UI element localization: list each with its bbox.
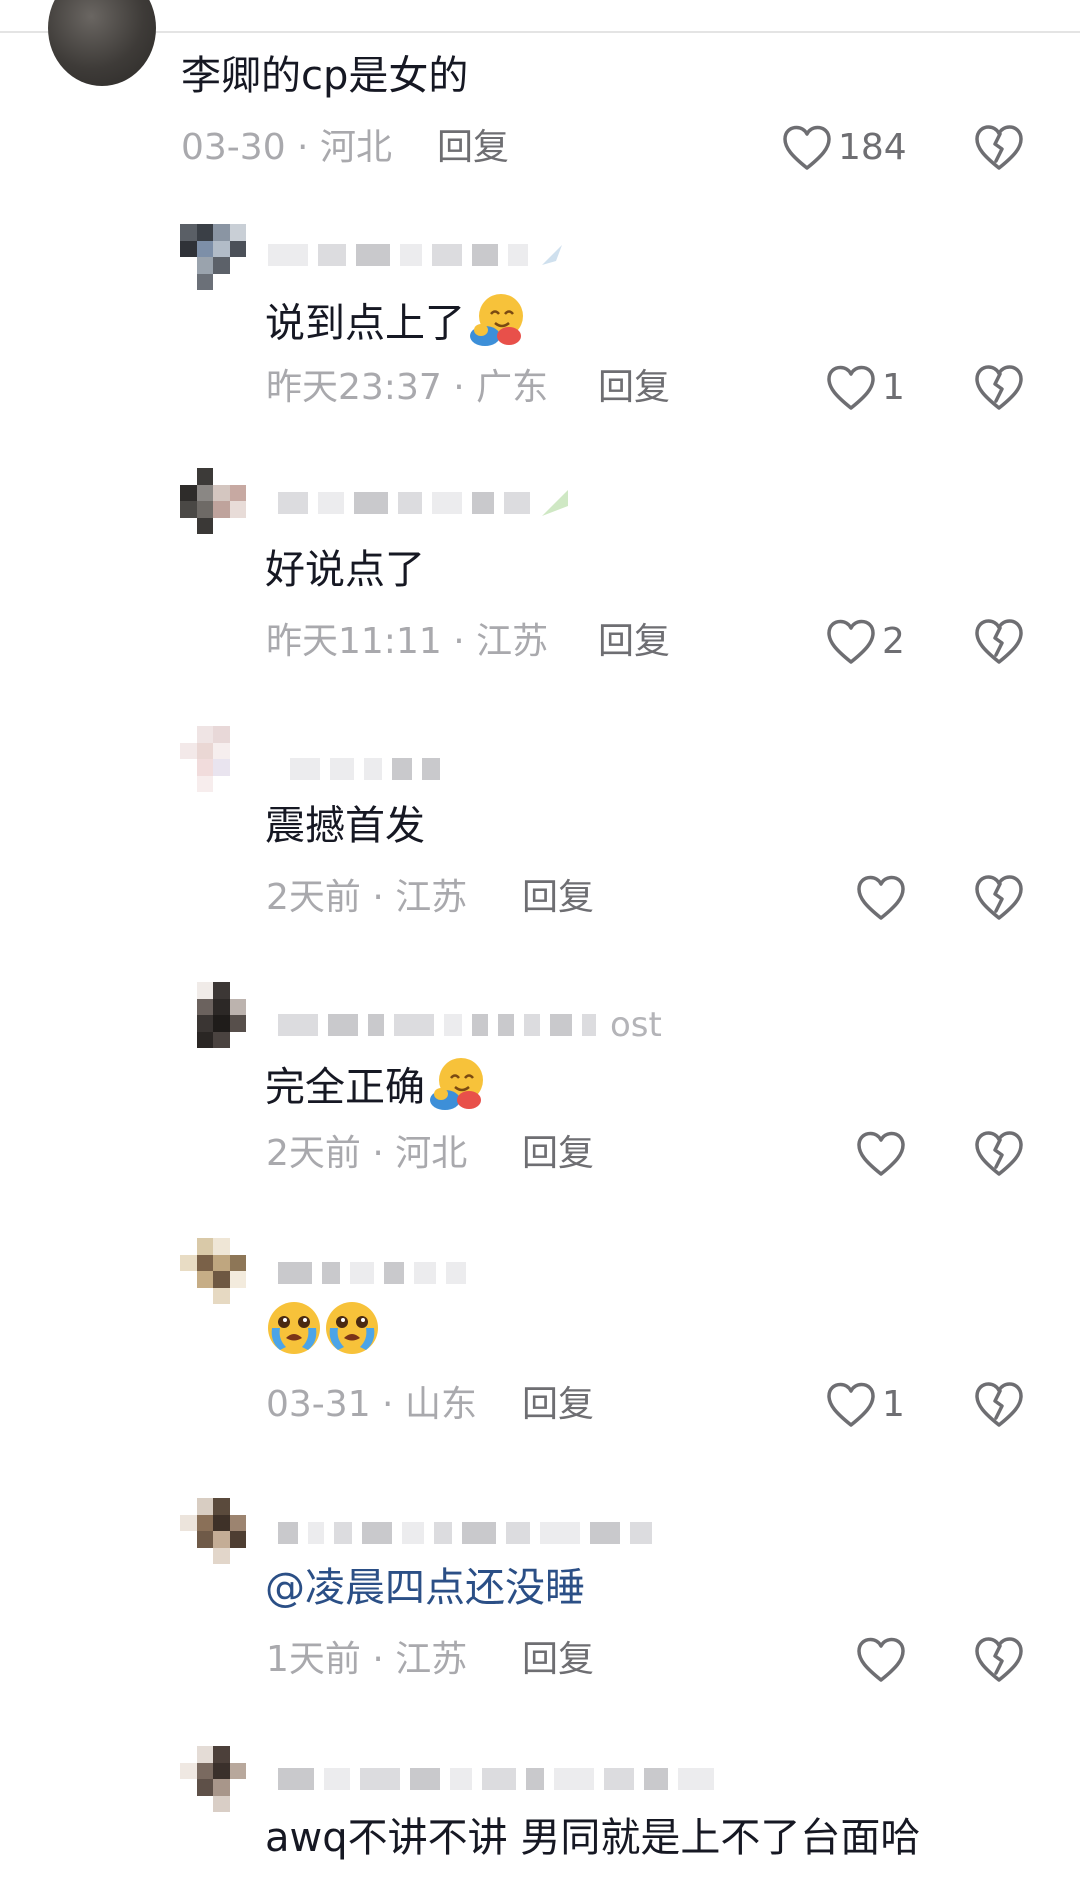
reply-button[interactable]: 回复 [437,125,509,171]
like-button[interactable] [856,1128,906,1180]
reply-button[interactable]: 回复 [522,875,594,921]
like-count: 184 [838,127,907,168]
broken-heart-icon [975,365,1023,410]
heart-icon [783,125,831,170]
heart-icon [827,619,875,664]
dislike-button[interactable] [974,1130,1024,1178]
reply-meta: 2天前 · 河北 [266,1133,468,1174]
hugging-face-emoji [425,1054,487,1125]
avatar[interactable] [180,468,246,534]
reply-text: 震撼首发 [265,803,425,849]
username-blurred[interactable] [278,1762,714,1796]
dislike-button[interactable] [974,874,1024,922]
like-button[interactable]: 184 [782,122,907,174]
username-suffix: ost [610,1005,662,1045]
reply-button[interactable]: 回复 [522,1637,594,1683]
avatar[interactable] [180,726,246,792]
broken-heart-icon [975,1382,1023,1427]
crying-face-emoji [265,1300,323,1369]
leaf-icon [542,490,568,516]
avatar[interactable] [48,0,156,86]
username-blurred[interactable] [278,1256,466,1290]
dislike-button[interactable] [974,124,1024,172]
username-blurred[interactable] [268,238,566,272]
heart-icon [827,365,875,410]
like-button[interactable] [856,872,906,924]
reply-text: 说到点上了 [265,290,527,361]
hugging-face-emoji [465,290,527,361]
username-blurred[interactable] [290,752,440,786]
like-count: 1 [882,367,905,408]
avatar[interactable] [180,1498,246,1564]
comment-meta: 03-30 · 河北 [181,127,392,168]
heart-icon [857,875,905,920]
heart-icon [857,1131,905,1176]
like-count: 2 [882,621,905,662]
comment-text: 李卿的cp是女的 [181,53,469,99]
username-blurred[interactable]: ost [278,1005,662,1045]
like-button[interactable]: 2 [826,616,905,668]
reply-meta: 03-31 · 山东 [266,1384,477,1425]
reply-text: 好说点了 [265,547,425,593]
username-blurred[interactable] [278,1516,652,1550]
dislike-button[interactable] [974,1636,1024,1684]
broken-heart-icon [975,1637,1023,1682]
reply-meta: 昨天23:37 · 广东 [266,367,549,408]
reply-text: awq不讲不讲 男同就是上不了台面哈 [265,1815,921,1861]
dislike-button[interactable] [974,364,1024,412]
username-blurred[interactable] [278,486,570,520]
heart-icon [857,1637,905,1682]
like-button[interactable] [856,1634,906,1686]
crying-face-emoji [323,1300,381,1369]
broken-heart-icon [975,125,1023,170]
avatar[interactable] [180,982,246,1048]
like-count: 1 [882,1384,905,1425]
reply-button[interactable]: 回复 [598,365,670,411]
avatar[interactable] [180,224,246,290]
top-divider [0,31,1080,33]
broken-heart-icon [975,1131,1023,1176]
bird-icon [542,245,562,265]
reply-meta: 1天前 · 江苏 [266,1639,468,1680]
dislike-button[interactable] [974,1381,1024,1429]
reply-meta: 昨天11:11 · 江苏 [266,621,549,662]
reply-button[interactable]: 回复 [522,1382,594,1428]
heart-icon [827,1382,875,1427]
avatar[interactable] [180,1746,246,1812]
reply-text: 完全正确 [265,1054,487,1125]
reply-button[interactable]: 回复 [522,1131,594,1177]
broken-heart-icon [975,875,1023,920]
mention-link[interactable]: @凌晨四点还没睡 [265,1562,585,1614]
like-button[interactable]: 1 [826,1379,905,1431]
dislike-button[interactable] [974,618,1024,666]
reply-button[interactable]: 回复 [598,619,670,665]
avatar[interactable] [180,1238,246,1304]
reply-meta: 2天前 · 江苏 [266,877,468,918]
like-button[interactable]: 1 [826,362,905,414]
reply-text [265,1300,381,1369]
broken-heart-icon [975,619,1023,664]
